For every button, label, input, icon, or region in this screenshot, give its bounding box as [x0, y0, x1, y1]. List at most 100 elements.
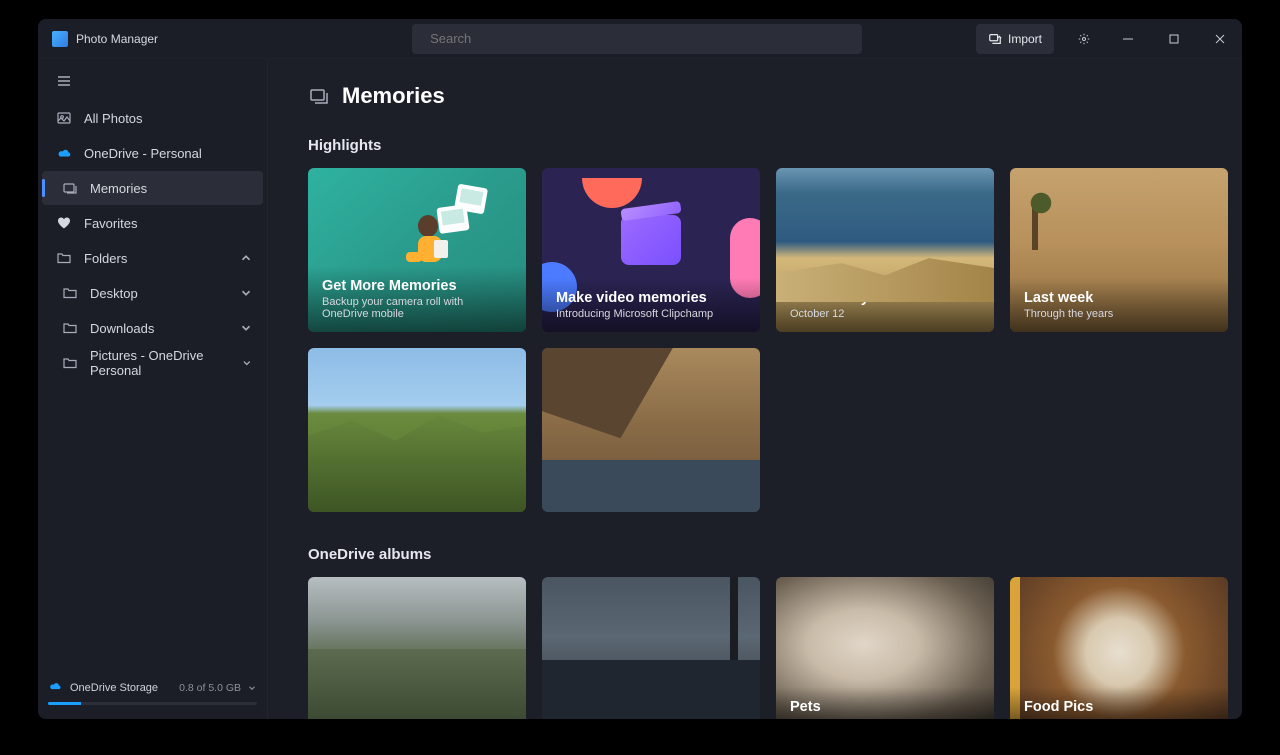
chevron-down-icon: [239, 321, 253, 335]
folder-icon: [62, 285, 78, 301]
storage-usage: 0.8 of 5.0 GB: [179, 682, 257, 694]
card-subtitle: Introducing Microsoft Clipchamp: [556, 308, 746, 320]
albums-grid: Camping in Connemara Cycling Trips Pets …: [308, 577, 1216, 719]
album-card-pets[interactable]: Pets: [776, 577, 994, 719]
main-content: Memories Highlights G: [268, 59, 1242, 719]
sidebar-item-desktop[interactable]: Desktop: [42, 276, 263, 310]
highlights-grid: Get More Memories Backup your camera rol…: [308, 168, 1216, 512]
card-overlay: Food Pics: [1010, 687, 1228, 719]
page-title-row: Memories: [308, 83, 1216, 109]
highlight-card-tuscany[interactable]: Trip to Tuscany 2021: [308, 348, 526, 512]
card-overlay: Last week Through the years: [1010, 278, 1228, 332]
card-subtitle: Backup your camera roll with OneDrive mo…: [322, 296, 512, 320]
album-card-connemara[interactable]: Camping in Connemara: [308, 577, 526, 719]
sidebar-footer: OneDrive Storage 0.8 of 5.0 GB: [38, 669, 267, 719]
card-title: Trip to Porto: [556, 470, 746, 486]
sidebar-item-favorites[interactable]: Favorites: [42, 206, 263, 240]
close-icon: [1214, 33, 1226, 45]
album-card-cycling[interactable]: Cycling Trips: [542, 577, 760, 719]
storage-row[interactable]: OneDrive Storage 0.8 of 5.0 GB: [48, 679, 257, 696]
cloud-icon: [48, 679, 62, 696]
minimize-button[interactable]: [1106, 19, 1150, 59]
highlight-card-on-this-day[interactable]: On this day October 12: [776, 168, 994, 332]
storage-label: OneDrive Storage: [70, 682, 158, 694]
heart-icon: [56, 215, 72, 231]
sidebar-item-downloads[interactable]: Downloads: [42, 311, 263, 345]
search-wrap: [412, 24, 862, 54]
import-icon: [988, 32, 1002, 46]
nav: All Photos OneDrive - Personal Memories …: [38, 101, 267, 380]
promo-illustration: [388, 178, 508, 278]
import-label: Import: [1008, 32, 1042, 46]
search-box[interactable]: [412, 24, 862, 54]
close-button[interactable]: [1198, 19, 1242, 59]
hamburger-button[interactable]: [48, 67, 80, 95]
memories-icon: [62, 180, 78, 196]
sidebar-item-label: All Photos: [84, 111, 143, 126]
card-subtitle: October 12: [790, 308, 980, 320]
card-overlay: On this day October 12: [776, 278, 994, 332]
maximize-icon: [1168, 33, 1180, 45]
app-brand: Photo Manager: [38, 31, 158, 47]
sidebar-item-label: Pictures - OneDrive Personal: [90, 348, 229, 378]
app-icon: [52, 31, 68, 47]
section-title-highlights: Highlights: [308, 137, 1216, 154]
folder-icon: [62, 355, 78, 371]
highlight-card-promo-onedrive[interactable]: Get More Memories Backup your camera rol…: [308, 168, 526, 332]
card-overlay: Camping in Connemara: [308, 687, 526, 719]
card-overlay: Trip to Tuscany 2021: [308, 458, 526, 512]
sidebar-item-label: Downloads: [90, 321, 154, 336]
cloud-icon: [56, 145, 72, 161]
sidebar-item-memories[interactable]: Memories: [42, 171, 263, 205]
card-title: Cycling Trips: [556, 699, 746, 715]
maximize-button[interactable]: [1152, 19, 1196, 59]
memories-icon: [308, 85, 330, 107]
sidebar-item-label: Memories: [90, 181, 147, 196]
highlight-card-porto[interactable]: Trip to Porto 2020: [542, 348, 760, 512]
highlight-card-last-week[interactable]: Last week Through the years: [1010, 168, 1228, 332]
sidebar-item-all-photos[interactable]: All Photos: [42, 101, 263, 135]
sidebar-item-label: Favorites: [84, 216, 137, 231]
card-overlay: Cycling Trips: [542, 687, 760, 719]
card-subtitle: 2020: [556, 488, 746, 500]
chevron-up-icon: [239, 251, 253, 265]
chevron-down-icon: [239, 286, 253, 300]
photos-icon: [56, 110, 72, 126]
search-input[interactable]: [430, 31, 852, 46]
sidebar: All Photos OneDrive - Personal Memories …: [38, 59, 268, 719]
gear-icon: [1078, 33, 1090, 45]
settings-button[interactable]: [1064, 19, 1104, 59]
minimize-icon: [1122, 33, 1134, 45]
card-overlay: Get More Memories Backup your camera rol…: [308, 266, 526, 332]
sidebar-item-label: Desktop: [90, 286, 138, 301]
sidebar-item-onedrive[interactable]: OneDrive - Personal: [42, 136, 263, 170]
titlebar-right: Import: [976, 19, 1242, 58]
album-card-food[interactable]: Food Pics: [1010, 577, 1228, 719]
card-overlay: Pets: [776, 687, 994, 719]
folder-icon: [62, 320, 78, 336]
page-title: Memories: [342, 83, 445, 109]
titlebar: Photo Manager Import: [38, 19, 1242, 59]
clipchamp-icon: [621, 215, 681, 265]
card-title: Trip to Tuscany: [322, 470, 512, 486]
decoration: [582, 168, 642, 208]
card-overlay: Trip to Porto 2020: [542, 458, 760, 512]
chevron-down-icon: [241, 356, 253, 370]
storage-bar-fill: [48, 702, 81, 705]
folder-icon: [56, 250, 72, 266]
card-overlay: Make video memories Introducing Microsof…: [542, 278, 760, 332]
sidebar-item-label: OneDrive - Personal: [84, 146, 202, 161]
import-button[interactable]: Import: [976, 24, 1054, 54]
card-title: Get More Memories: [322, 278, 512, 294]
sidebar-item-label: Folders: [84, 251, 127, 266]
section-title-albums: OneDrive albums: [308, 546, 1216, 563]
sidebar-item-pictures[interactable]: Pictures - OneDrive Personal: [42, 346, 263, 380]
card-title: Food Pics: [1024, 699, 1214, 715]
highlight-card-promo-clipchamp[interactable]: Make video memories Introducing Microsof…: [542, 168, 760, 332]
card-title: Last week: [1024, 290, 1214, 306]
card-title: On this day: [790, 290, 980, 306]
card-title: Pets: [790, 699, 980, 715]
sidebar-item-folders[interactable]: Folders: [42, 241, 263, 275]
card-subtitle: Through the years: [1024, 308, 1214, 320]
card-subtitle: 2021: [322, 488, 512, 500]
